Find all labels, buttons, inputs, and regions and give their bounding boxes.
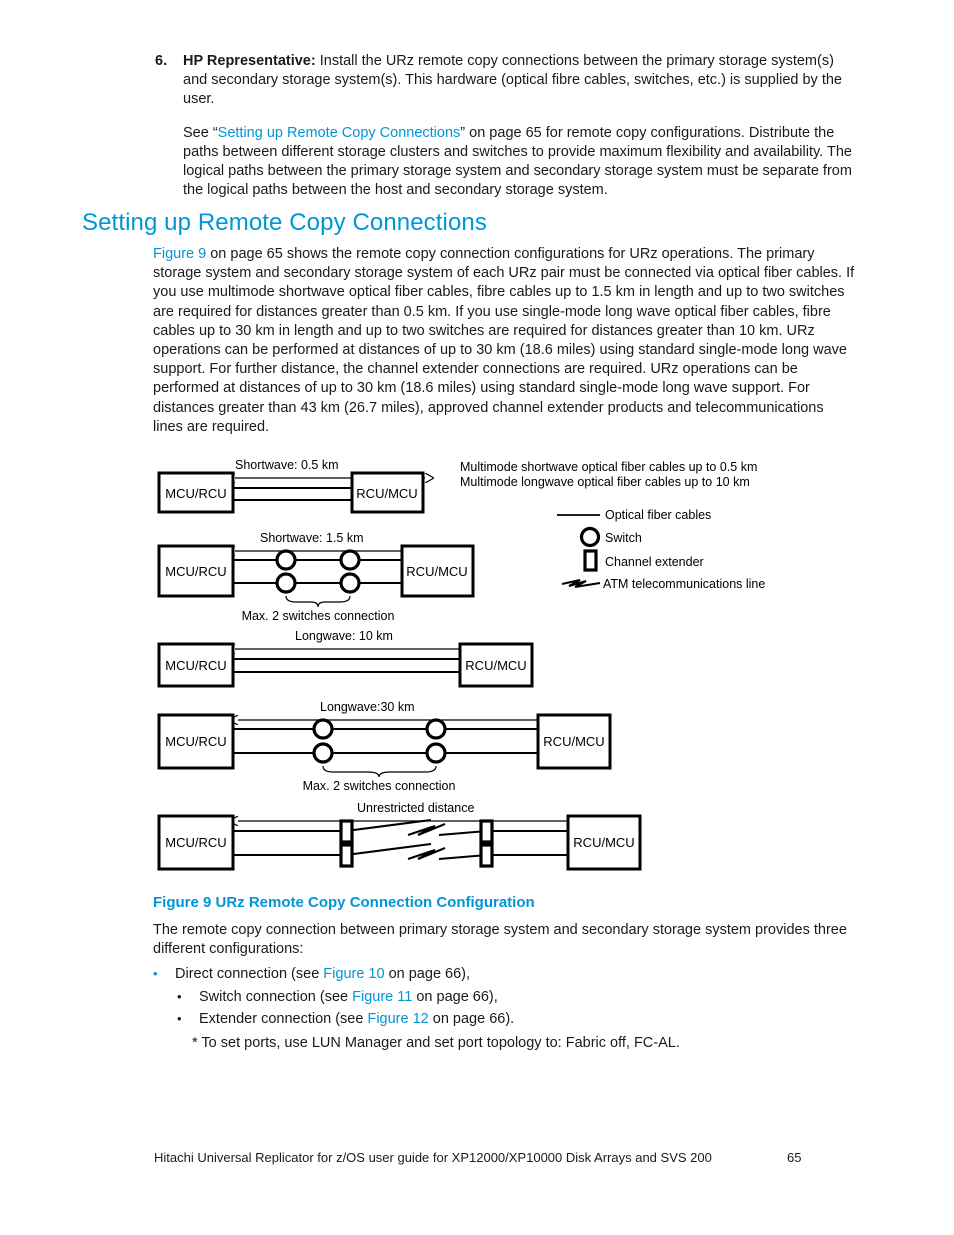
config-1-left-box-label: MCU/RCU (165, 486, 226, 501)
legend-circle-icon (579, 526, 601, 548)
config-5-extender-bottom-left (339, 843, 354, 868)
config-4-brace (322, 765, 437, 778)
config-5-right-box-label: RCU/MCU (573, 835, 634, 850)
link-figure-10[interactable]: Figure 10 (323, 966, 384, 982)
config-1-right-box-label: RCU/MCU (356, 486, 417, 501)
list-item-text: Extender connection (see Figure 12 on pa… (199, 1008, 514, 1031)
list-item-suffix: on page 66), (412, 988, 498, 1005)
config-4-switch-top-left (312, 718, 334, 740)
numbered-step-6: 6. HP Representative: Install the URz re… (155, 52, 855, 200)
legend-label-switch: Switch (605, 531, 642, 545)
config-2-switch-bottom-right (339, 572, 361, 594)
link-figure-12[interactable]: Figure 12 (367, 1011, 428, 1027)
bullet-marker: • (177, 1011, 182, 1026)
note-line-2: Multimode longwave optical fiber cables … (460, 475, 750, 489)
legend-label-optical-fiber-cables: Optical fiber cables (605, 508, 711, 522)
config-3-group: Longwave: 10 km MCU/RCU RCU/MCU (157, 629, 534, 688)
figure-legend: Optical fiber cables Switch Channel exte… (557, 508, 765, 591)
footer-page-number: 65 (787, 1150, 802, 1165)
config-3-distance-label: Longwave: 10 km (295, 629, 393, 643)
section-body-text: on page 65 shows the remote copy connect… (153, 246, 855, 435)
bullet-marker: • (153, 966, 158, 981)
config-4-sub-label: Max. 2 switches connection (303, 779, 456, 793)
list-item-text: Direct connection (see Figure 10 on page… (175, 963, 470, 986)
link-figure-11[interactable]: Figure 11 (352, 989, 412, 1005)
config-4-distance-label: Longwave:30 km (320, 700, 415, 714)
remote-copy-connection-configuration-svg: Shortwave: 0.5 km MCU/RCU RCU/MCU Multim… (157, 458, 765, 871)
config-2-left-box-label: MCU/RCU (165, 564, 226, 579)
config-4-switch-bottom-right (425, 742, 447, 764)
config-3-right-box-label: RCU/MCU (465, 658, 526, 673)
step-body: HP Representative: Install the URz remot… (183, 52, 855, 200)
config-4-group: Longwave:30 km MCU/RCU RCU/MCU Max. 2 sw… (157, 700, 612, 793)
figure-9-diagram: Shortwave: 0.5 km MCU/RCU RCU/MCU Multim… (150, 450, 810, 890)
step-lead-label: HP Representative: (183, 53, 316, 69)
config-4-switch-bottom-left (312, 742, 334, 764)
legend-label-atm-telecommunications-line: ATM telecommunications line (603, 577, 765, 591)
config-2-group: Shortwave: 1.5 km MCU/RCU RCU/MCU Max. 2… (157, 531, 475, 623)
page-title: Setting up Remote Copy Connections (82, 209, 487, 236)
config-2-sub-label: Max. 2 switches connection (242, 609, 395, 623)
list-item-prefix: Direct connection (see (175, 966, 324, 982)
footnote: * To set ports, use LUN Manager and set … (192, 1035, 680, 1051)
step-cross-reference-paragraph: See “Setting up Remote Copy Connections”… (183, 124, 855, 201)
config-5-extender-bottom-right (479, 843, 494, 868)
config-2-switch-top-left (275, 549, 297, 571)
config-5-atm-zigzag-bottom (407, 846, 446, 861)
config-2-switch-top-right (339, 549, 361, 571)
config-5-atm-zigzag-top (407, 822, 446, 837)
list-item-prefix: Switch connection (see (199, 988, 353, 1005)
config-1-distance-label: Shortwave: 0.5 km (235, 458, 339, 472)
config-4-right-box-label: RCU/MCU (543, 734, 604, 749)
list-item-text: Switch connection (see Figure 11 on page… (199, 986, 498, 1009)
section-body-paragraph: Figure 9 on page 65 shows the remote cop… (153, 245, 857, 437)
config-2-right-box-label: RCU/MCU (406, 564, 467, 579)
config-5-distance-label: Unrestricted distance (357, 801, 474, 815)
config-5-atm-top-left (345, 818, 432, 833)
footer-title: Hitachi Universal Replicator for z/OS us… (154, 1150, 712, 1165)
legend-label-channel-extender: Channel extender (605, 555, 704, 569)
config-5-extender-top-left (339, 819, 354, 844)
post-figure-paragraph: The remote copy connection between prima… (153, 922, 847, 958)
configuration-bullet-list: • Direct connection (see Figure 10 on pa… (153, 963, 853, 1031)
config-2-switch-bottom-left (275, 572, 297, 594)
legend-zigzag-icon (561, 579, 601, 588)
config-3-left-box-label: MCU/RCU (165, 658, 226, 673)
legend-rect-icon (583, 549, 598, 572)
list-item: • Switch connection (see Figure 11 on pa… (177, 986, 853, 1009)
list-item-suffix: on page 66). (428, 1011, 515, 1027)
config-2-brace (285, 595, 351, 608)
figure-caption: Figure 9 URz Remote Copy Connection Conf… (153, 894, 535, 911)
list-item: • Direct connection (see Figure 10 on pa… (153, 963, 853, 986)
step-xref-prefix: See “ (183, 124, 218, 141)
list-item: • Extender connection (see Figure 12 on … (177, 1008, 853, 1031)
figure-notes: Multimode shortwave optical fiber cables… (460, 460, 757, 489)
config-5-left-box-label: MCU/RCU (165, 835, 226, 850)
config-5-atm-bottom-left (345, 842, 432, 857)
config-5-extender-top-right (479, 819, 494, 844)
step-number: 6. (155, 53, 168, 69)
link-figure-9[interactable]: Figure 9 (153, 246, 206, 262)
bullet-marker: • (177, 988, 182, 1004)
link-setting-up-remote-copy-connections[interactable]: Setting up Remote Copy Connections (218, 125, 461, 141)
list-item-prefix: Extender connection (see (199, 1011, 368, 1027)
note-line-1: Multimode shortwave optical fiber cables… (460, 460, 757, 474)
config-2-distance-label: Shortwave: 1.5 km (260, 531, 364, 545)
list-item-suffix: on page 66), (384, 966, 471, 982)
config-4-left-box-label: MCU/RCU (165, 734, 226, 749)
config-4-switch-top-right (425, 718, 447, 740)
config-5-group: Unrestricted distance MCU/RCU RCU/MCU (157, 801, 642, 871)
config-1-group: Shortwave: 0.5 km MCU/RCU RCU/MCU (157, 458, 425, 514)
document-page: 6. HP Representative: Install the URz re… (0, 0, 954, 1235)
